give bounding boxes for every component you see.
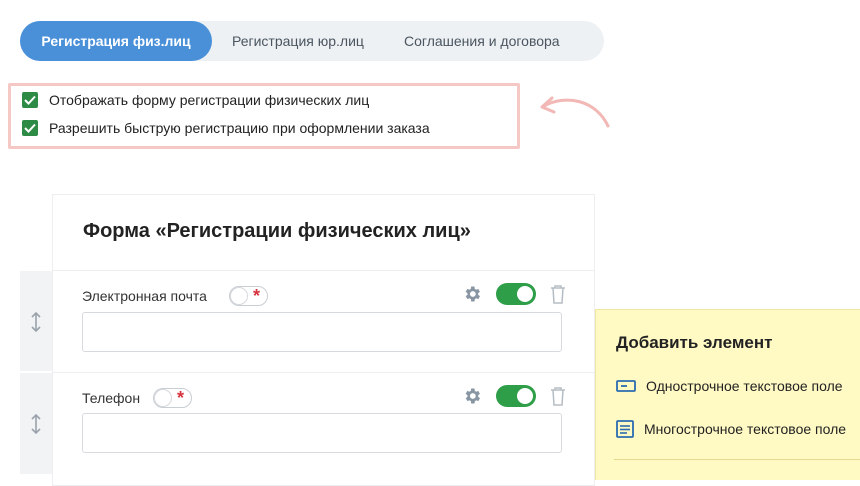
tab-legal-entity-registration[interactable]: Регистрация юр.лиц [212,21,396,61]
registration-settings-box: Отображать форму регистрации физических … [8,83,520,149]
divider [614,459,860,460]
quick-registration-label: Разрешить быструю регистрацию при оформл… [49,120,430,136]
tab-individual-registration[interactable]: Регистрация физ.лиц [20,21,212,61]
tab-agreements[interactable]: Соглашения и договора [396,21,578,61]
drag-arrows-icon[interactable] [30,312,42,332]
toggle-knob [231,288,247,304]
add-single-line-field[interactable]: Однострочное текстовое поле [616,378,843,394]
quick-registration-checkbox[interactable] [22,120,38,136]
add-single-line-label: Однострочное текстовое поле [646,378,843,394]
show-form-checkbox[interactable] [22,92,38,108]
single-line-field-icon [616,380,636,392]
email-required-toggle[interactable]: * [229,286,268,306]
add-multi-line-label: Многострочное текстовое поле [644,421,847,437]
toggle-knob [155,390,171,406]
tab-bar: Регистрация физ.лиц Регистрация юр.лиц С… [20,21,604,61]
asterisk-icon: * [252,286,260,306]
gear-icon[interactable] [462,284,482,304]
show-form-option[interactable]: Отображать форму регистрации физических … [22,92,369,108]
phone-required-toggle[interactable]: * [153,388,192,408]
email-enabled-switch[interactable] [496,283,536,305]
email-field-label: Электронная почта [82,288,207,304]
divider [52,270,594,271]
trash-icon[interactable] [550,284,566,304]
show-form-label: Отображать форму регистрации физических … [49,92,370,108]
form-title: Форма «Регистрации физических лиц» [83,220,471,242]
asterisk-icon: * [176,388,184,408]
quick-registration-option[interactable]: Разрешить быструю регистрацию при оформл… [22,120,430,136]
phone-input[interactable] [82,413,562,453]
phone-enabled-switch[interactable] [496,385,536,407]
switch-knob [517,388,533,404]
divider [52,372,594,373]
gear-icon[interactable] [462,386,482,406]
switch-knob [517,286,533,302]
pointer-arrow-icon [540,96,610,128]
email-input[interactable] [82,312,562,352]
phone-field-label: Телефон [82,390,141,406]
add-element-title: Добавить элемент [616,333,773,352]
add-multi-line-field[interactable]: Многострочное текстовое поле [616,420,846,438]
trash-icon[interactable] [550,386,566,406]
multi-line-field-icon [616,420,634,438]
drag-arrows-icon[interactable] [30,414,42,434]
